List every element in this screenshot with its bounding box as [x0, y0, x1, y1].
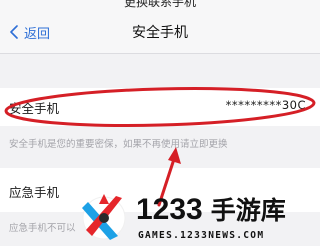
navigation-bar: 返回 安全手机: [0, 10, 320, 54]
emergency-phone-hint: 应急手机不可以: [9, 223, 76, 234]
watermark-brand-number: 1233: [136, 193, 203, 226]
watermark-logo: [82, 194, 126, 240]
security-phone-label: 安全手机: [9, 101, 60, 116]
watermark-brand: 1233 手游库: [136, 191, 286, 227]
status-bar-text: 更换联系手机: [123, 0, 196, 9]
watermark-brand-chinese: 手游库: [210, 196, 286, 225]
security-phone-row[interactable]: 安全手机 *********30C: [0, 88, 320, 126]
status-bar-cropped: 更换联系手机: [0, 0, 320, 10]
screen: 更换联系手机 返回 安全手机 安全手机 *********30C 安全手机是您的…: [0, 0, 320, 246]
security-phone-hint: 安全手机是您的重要密保，如果不再使用请立即更换: [9, 139, 228, 150]
emergency-phone-label: 应急手机: [9, 185, 60, 200]
watermark: 1233 手游库 GAMES.1233NEWS.COM: [78, 190, 320, 246]
security-phone-value: *********30C: [225, 98, 306, 112]
watermark-url: GAMES.1233NEWS.COM: [138, 230, 265, 241]
page-title: 安全手机: [132, 25, 188, 41]
